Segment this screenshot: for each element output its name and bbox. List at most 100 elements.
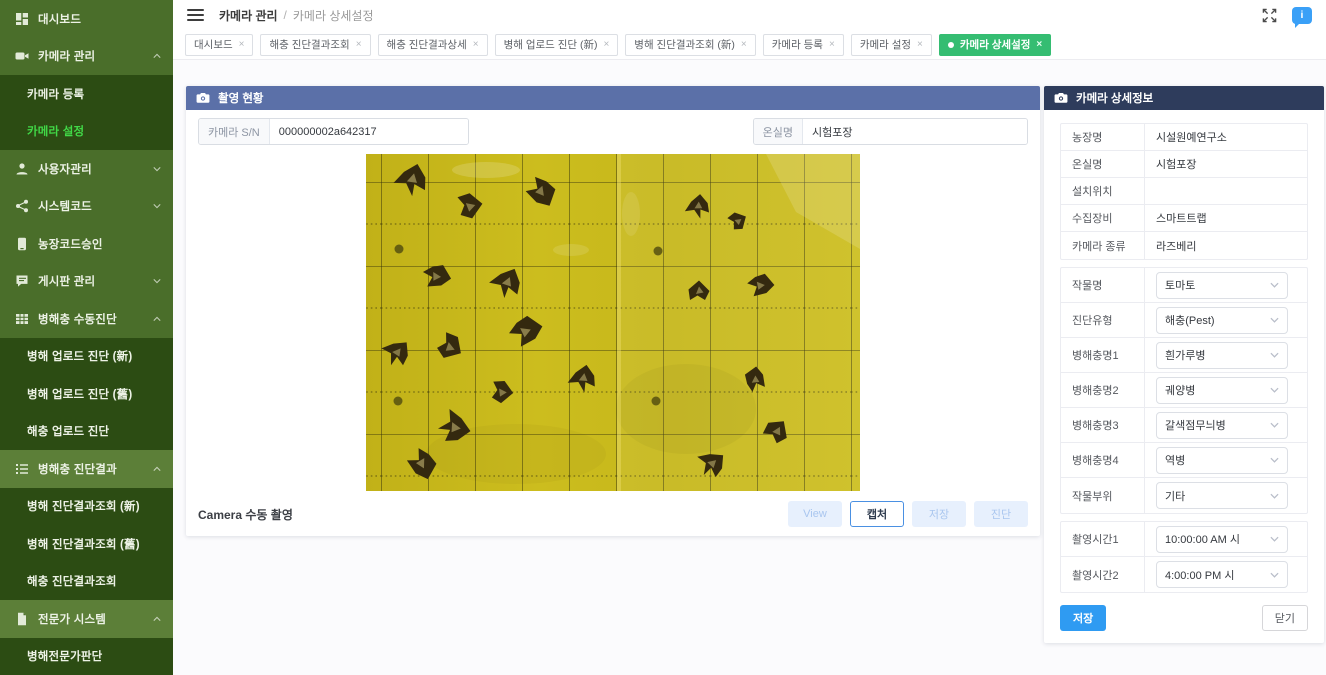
sidebar-item-disease-upload-new[interactable]: 병해 업로드 진단 (新) xyxy=(0,338,173,376)
sticky-trap-photo xyxy=(366,154,860,491)
sidebar-item-camera-management[interactable]: 카메라 관리 xyxy=(0,38,173,76)
diagnosis-type-select[interactable]: 해충(Pest) xyxy=(1156,307,1288,334)
greenhouse-input[interactable] xyxy=(803,119,1027,144)
tab-close-icon[interactable]: × xyxy=(741,39,747,50)
capture-button[interactable]: 캡처 xyxy=(850,501,904,527)
tab-disease-result-new[interactable]: 병해 진단결과조회 (新) × xyxy=(625,34,755,56)
capture-time-1-select[interactable]: 10:00:00 AM 시 xyxy=(1156,526,1288,553)
camera-info-table: 농장명시설원예연구소 온실명시험포장 설치위치 수집장비스마트트랩 카메라 종류… xyxy=(1060,123,1308,260)
table-row: 설치위치 xyxy=(1061,178,1307,205)
sidebar-item-farm-code-approval[interactable]: 농장코드승인 xyxy=(0,225,173,263)
camera-icon xyxy=(196,92,210,104)
table-row: 촬영시간24:00:00 PM 시 xyxy=(1061,557,1307,592)
tab-pest-result-list[interactable]: 해충 진단결과조회 × xyxy=(260,34,370,56)
detail-panel-header: 카메라 상세정보 xyxy=(1044,86,1324,110)
content-area: 촬영 현황 카메라 S/N 온실명 xyxy=(173,60,1326,675)
tab-camera-detail-settings[interactable]: 카메라 상세설정 × xyxy=(939,34,1051,56)
sidebar-item-manual-diagnosis[interactable]: 병해충 수동진단 xyxy=(0,300,173,338)
chevron-up-icon xyxy=(153,54,161,59)
sidebar-item-user-management[interactable]: 사용자관리 xyxy=(0,150,173,188)
table-row: 병해충명4역병 xyxy=(1061,443,1307,478)
sidebar-item-diagnosis-results[interactable]: 병해충 진단결과 xyxy=(0,450,173,488)
sidebar-item-pest-upload[interactable]: 해충 업로드 진단 xyxy=(0,413,173,451)
sidebar-item-board-management[interactable]: 게시판 관리 xyxy=(0,263,173,301)
table-row: 병해충명1흰가루병 xyxy=(1061,338,1307,373)
table-row: 온실명시험포장 xyxy=(1061,151,1307,178)
tab-close-icon[interactable]: × xyxy=(917,39,923,50)
tab-close-icon[interactable]: × xyxy=(356,39,362,50)
fullscreen-icon[interactable] xyxy=(1262,8,1277,23)
sidebar-item-system-code[interactable]: 시스템코드 xyxy=(0,188,173,226)
camera-sn-input[interactable] xyxy=(270,119,468,144)
users-icon xyxy=(14,161,29,176)
tab-close-icon[interactable]: × xyxy=(239,39,245,50)
table-row: 병해충명3갈색점무늬병 xyxy=(1061,408,1307,443)
sidebar: 대시보드 카메라 관리 카메라 등록 카메라 설정 사용자관리 시스템코드 농장… xyxy=(0,0,173,675)
topbar: 카메라 관리 / 카메라 상세설정 i xyxy=(173,0,1326,30)
tab-dashboard[interactable]: 대시보드 × xyxy=(185,34,253,56)
chevron-down-icon xyxy=(1270,317,1279,323)
table-row: 수집장비스마트트랩 xyxy=(1061,205,1307,232)
chevron-down-icon xyxy=(1270,457,1279,463)
close-button[interactable]: 닫기 xyxy=(1262,605,1308,631)
pest-name-3-select[interactable]: 갈색점무늬병 xyxy=(1156,412,1288,439)
breadcrumb: 카메라 관리 / 카메라 상세설정 xyxy=(219,7,374,24)
tab-close-icon[interactable]: × xyxy=(473,39,479,50)
capture-status-panel: 촬영 현황 카메라 S/N 온실명 xyxy=(186,86,1040,536)
capture-time-2-select[interactable]: 4:00:00 PM 시 xyxy=(1156,561,1288,588)
video-camera-icon xyxy=(14,49,29,64)
greenhouse-group: 온실명 xyxy=(753,118,1028,145)
tab-close-icon[interactable]: × xyxy=(829,39,835,50)
pest-name-2-select[interactable]: 궤양병 xyxy=(1156,377,1288,404)
capture-time-table: 촬영시간110:00:00 AM 시 촬영시간24:00:00 PM 시 xyxy=(1060,521,1308,593)
crop-part-select[interactable]: 기타 xyxy=(1156,482,1288,509)
chat-info-icon[interactable]: i xyxy=(1292,7,1312,24)
chevron-down-icon xyxy=(1270,282,1279,288)
camera-icon xyxy=(1054,92,1068,104)
table-icon xyxy=(14,311,29,326)
pest-name-1-select[interactable]: 흰가루병 xyxy=(1156,342,1288,369)
pest-name-4-select[interactable]: 역병 xyxy=(1156,447,1288,474)
sidebar-item-disease-upload-old[interactable]: 병해 업로드 진단 (舊) xyxy=(0,375,173,413)
tab-pest-result-detail[interactable]: 해충 진단결과상세 × xyxy=(378,34,488,56)
tab-camera-register[interactable]: 카메라 등록 × xyxy=(763,34,844,56)
camera-sn-label: 카메라 S/N xyxy=(199,119,270,144)
tab-camera-settings[interactable]: 카메라 설정 × xyxy=(851,34,932,56)
capture-panel-title: 촬영 현황 xyxy=(218,90,264,106)
tab-disease-upload-new[interactable]: 병해 업로드 진단 (新) × xyxy=(495,34,619,56)
view-button[interactable]: View xyxy=(788,501,842,527)
table-row: 농장명시설원예연구소 xyxy=(1061,124,1307,151)
hamburger-menu-icon[interactable] xyxy=(187,9,204,22)
crop-select[interactable]: 토마토 xyxy=(1156,272,1288,299)
tab-close-icon[interactable]: × xyxy=(603,39,609,50)
sidebar-item-disease-expert-judgement[interactable]: 병해전문가판단 xyxy=(0,638,173,675)
sidebar-item-disease-result-old[interactable]: 병해 진단결과조회 (舊) xyxy=(0,525,173,563)
table-row: 카메라 종류라즈베리 xyxy=(1061,232,1307,259)
list-icon xyxy=(14,461,29,476)
diagnose-button[interactable]: 진단 xyxy=(974,501,1028,527)
sidebar-item-dashboard[interactable]: 대시보드 xyxy=(0,0,173,38)
camera-sn-group: 카메라 S/N xyxy=(198,118,469,145)
sidebar-item-pest-result[interactable]: 해충 진단결과조회 xyxy=(0,563,173,601)
document-icon xyxy=(14,611,29,626)
device-icon xyxy=(14,236,29,251)
save-capture-button[interactable]: 저장 xyxy=(912,501,966,527)
chevron-down-icon xyxy=(1270,536,1279,542)
detail-panel-title: 카메라 상세정보 xyxy=(1076,90,1153,106)
chevron-down-icon xyxy=(1270,493,1279,499)
sidebar-item-expert-system[interactable]: 전문가 시스템 xyxy=(0,600,173,638)
save-detail-button[interactable]: 저장 xyxy=(1060,605,1106,631)
table-row: 병해충명2궤양병 xyxy=(1061,373,1307,408)
table-row: 진단유형해충(Pest) xyxy=(1061,303,1307,338)
chevron-down-icon xyxy=(1270,387,1279,393)
chevron-up-icon xyxy=(153,466,161,471)
tab-close-icon[interactable]: × xyxy=(1036,39,1042,50)
manual-capture-label: Camera 수동 촬영 xyxy=(198,506,293,523)
sidebar-item-camera-settings[interactable]: 카메라 설정 xyxy=(0,113,173,151)
sidebar-item-disease-result-new[interactable]: 병해 진단결과조회 (新) xyxy=(0,488,173,526)
camera-detail-panel: 카메라 상세정보 농장명시설원예연구소 온실명시험포장 설치위치 수집장비스마트… xyxy=(1044,86,1324,643)
table-row: 작물명토마토 xyxy=(1061,268,1307,303)
breadcrumb-section[interactable]: 카메라 관리 xyxy=(219,7,278,24)
table-row: 작물부위기타 xyxy=(1061,478,1307,513)
sidebar-item-camera-register[interactable]: 카메라 등록 xyxy=(0,75,173,113)
